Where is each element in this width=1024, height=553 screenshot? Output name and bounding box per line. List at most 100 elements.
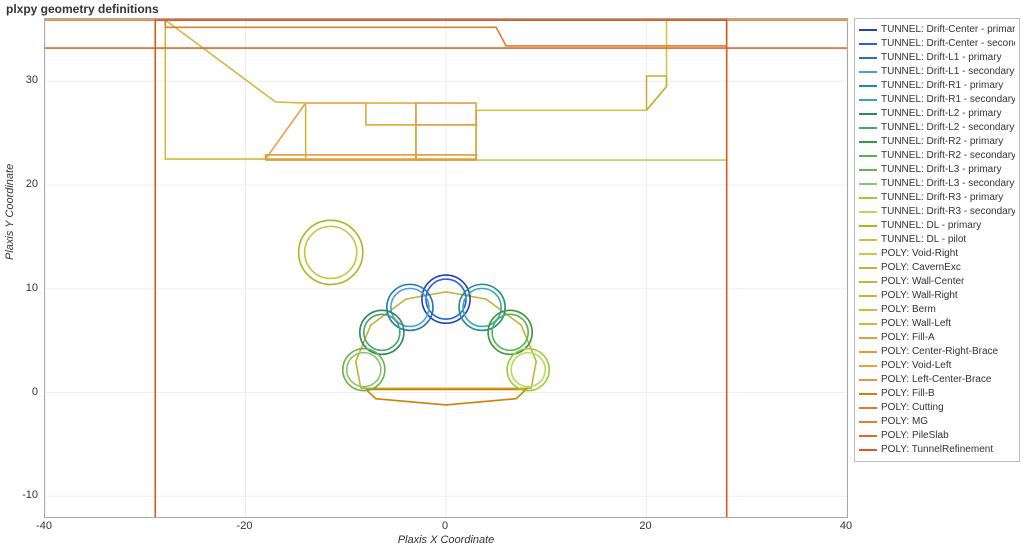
- legend-swatch: [859, 337, 877, 339]
- legend-item: POLY: Void-Left: [859, 359, 1015, 373]
- legend-label: POLY: Berm: [881, 303, 936, 317]
- legend-label: POLY: Cutting: [881, 401, 944, 415]
- legend-item: TUNNEL: Drift-L1 - secondary: [859, 65, 1015, 79]
- legend-item: TUNNEL: Drift-R1 - primary: [859, 79, 1015, 93]
- legend-swatch: [859, 421, 877, 423]
- legend: TUNNEL: Drift-Center - primaryTUNNEL: Dr…: [854, 18, 1020, 462]
- y-tick: -10: [2, 489, 38, 501]
- legend-item: TUNNEL: Drift-R2 - primary: [859, 135, 1015, 149]
- legend-item: TUNNEL: DL - pilot: [859, 233, 1015, 247]
- legend-swatch: [859, 253, 877, 255]
- legend-item: POLY: Left-Center-Brace: [859, 373, 1015, 387]
- y-tick: 0: [2, 386, 38, 398]
- x-tick: -40: [36, 520, 52, 532]
- legend-label: TUNNEL: Drift-R1 - primary: [881, 79, 1003, 93]
- legend-label: TUNNEL: Drift-Center - primary: [881, 23, 1015, 37]
- legend-label: POLY: Center-Right-Brace: [881, 345, 998, 359]
- legend-swatch: [859, 211, 877, 213]
- legend-item: POLY: Fill-A: [859, 331, 1015, 345]
- legend-item: POLY: TunnelRefinement: [859, 443, 1015, 457]
- legend-label: POLY: Wall-Left: [881, 317, 951, 331]
- legend-swatch: [859, 43, 877, 45]
- legend-item: POLY: CavernExc: [859, 261, 1015, 275]
- legend-swatch: [859, 169, 877, 171]
- legend-label: TUNNEL: Drift-R3 - secondary: [881, 205, 1015, 219]
- legend-label: TUNNEL: Drift-L2 - secondary: [881, 121, 1014, 135]
- y-tick: 10: [2, 282, 38, 294]
- legend-label: POLY: Fill-B: [881, 387, 935, 401]
- legend-item: POLY: Berm: [859, 303, 1015, 317]
- legend-label: TUNNEL: Drift-R1 - secondary: [881, 93, 1015, 107]
- legend-item: POLY: Void-Right: [859, 247, 1015, 261]
- legend-label: POLY: Void-Right: [881, 247, 958, 261]
- legend-item: POLY: Cutting: [859, 401, 1015, 415]
- legend-item: TUNNEL: Drift-Center - primary: [859, 23, 1015, 37]
- x-axis-label: Plaxis X Coordinate: [44, 534, 848, 546]
- legend-item: POLY: MG: [859, 415, 1015, 429]
- legend-label: TUNNEL: Drift-L1 - primary: [881, 51, 1002, 65]
- legend-item: TUNNEL: Drift-L2 - secondary: [859, 121, 1015, 135]
- legend-item: TUNNEL: Drift-L3 - primary: [859, 163, 1015, 177]
- legend-swatch: [859, 295, 877, 297]
- legend-swatch: [859, 99, 877, 101]
- legend-swatch: [859, 267, 877, 269]
- legend-swatch: [859, 407, 877, 409]
- legend-item: TUNNEL: Drift-R2 - secondary: [859, 149, 1015, 163]
- legend-label: TUNNEL: Drift-Center - secondary: [881, 37, 1015, 51]
- legend-label: POLY: Wall-Right: [881, 289, 958, 303]
- legend-swatch: [859, 29, 877, 31]
- x-tick: 20: [639, 520, 651, 532]
- legend-label: POLY: Wall-Center: [881, 275, 964, 289]
- legend-item: TUNNEL: Drift-Center - secondary: [859, 37, 1015, 51]
- y-axis-ticks: -10 0 10 20 30: [0, 18, 40, 518]
- legend-label: TUNNEL: Drift-L3 - primary: [881, 163, 1002, 177]
- x-tick: 0: [442, 520, 448, 532]
- legend-label: POLY: Void-Left: [881, 359, 951, 373]
- plot-area: [44, 18, 848, 518]
- legend-swatch: [859, 141, 877, 143]
- legend-item: TUNNEL: Drift-L1 - primary: [859, 51, 1015, 65]
- legend-swatch: [859, 449, 877, 451]
- legend-swatch: [859, 435, 877, 437]
- legend-label: POLY: PileSlab: [881, 429, 949, 443]
- chart-title: plxpy geometry definitions: [6, 2, 159, 16]
- legend-swatch: [859, 365, 877, 367]
- legend-swatch: [859, 57, 877, 59]
- legend-item: TUNNEL: Drift-R3 - primary: [859, 191, 1015, 205]
- legend-label: TUNNEL: Drift-R3 - primary: [881, 191, 1003, 205]
- legend-label: POLY: CavernExc: [881, 261, 961, 275]
- legend-swatch: [859, 71, 877, 73]
- legend-item: TUNNEL: Drift-L3 - secondary: [859, 177, 1015, 191]
- legend-item: TUNNEL: Drift-R3 - secondary: [859, 205, 1015, 219]
- legend-item: POLY: PileSlab: [859, 429, 1015, 443]
- y-tick: 30: [2, 74, 38, 86]
- legend-swatch: [859, 113, 877, 115]
- legend-swatch: [859, 197, 877, 199]
- legend-label: TUNNEL: Drift-L1 - secondary: [881, 65, 1014, 79]
- legend-swatch: [859, 127, 877, 129]
- legend-swatch: [859, 351, 877, 353]
- legend-swatch: [859, 225, 877, 227]
- legend-label: POLY: TunnelRefinement: [881, 443, 993, 457]
- x-tick: 40: [840, 520, 852, 532]
- legend-swatch: [859, 309, 877, 311]
- legend-swatch: [859, 281, 877, 283]
- legend-label: TUNNEL: Drift-L2 - primary: [881, 107, 1002, 121]
- x-tick: -20: [237, 520, 253, 532]
- legend-item: POLY: Wall-Right: [859, 289, 1015, 303]
- legend-label: TUNNEL: Drift-R2 - secondary: [881, 149, 1015, 163]
- legend-label: TUNNEL: Drift-L3 - secondary: [881, 177, 1014, 191]
- legend-label: POLY: Fill-A: [881, 331, 935, 345]
- y-tick: 20: [2, 178, 38, 190]
- legend-label: TUNNEL: DL - pilot: [881, 233, 966, 247]
- legend-item: POLY: Center-Right-Brace: [859, 345, 1015, 359]
- legend-swatch: [859, 155, 877, 157]
- legend-swatch: [859, 239, 877, 241]
- legend-item: TUNNEL: Drift-L2 - primary: [859, 107, 1015, 121]
- legend-swatch: [859, 393, 877, 395]
- legend-label: POLY: Left-Center-Brace: [881, 373, 991, 387]
- legend-item: POLY: Fill-B: [859, 387, 1015, 401]
- legend-label: POLY: MG: [881, 415, 928, 429]
- legend-swatch: [859, 183, 877, 185]
- legend-swatch: [859, 379, 877, 381]
